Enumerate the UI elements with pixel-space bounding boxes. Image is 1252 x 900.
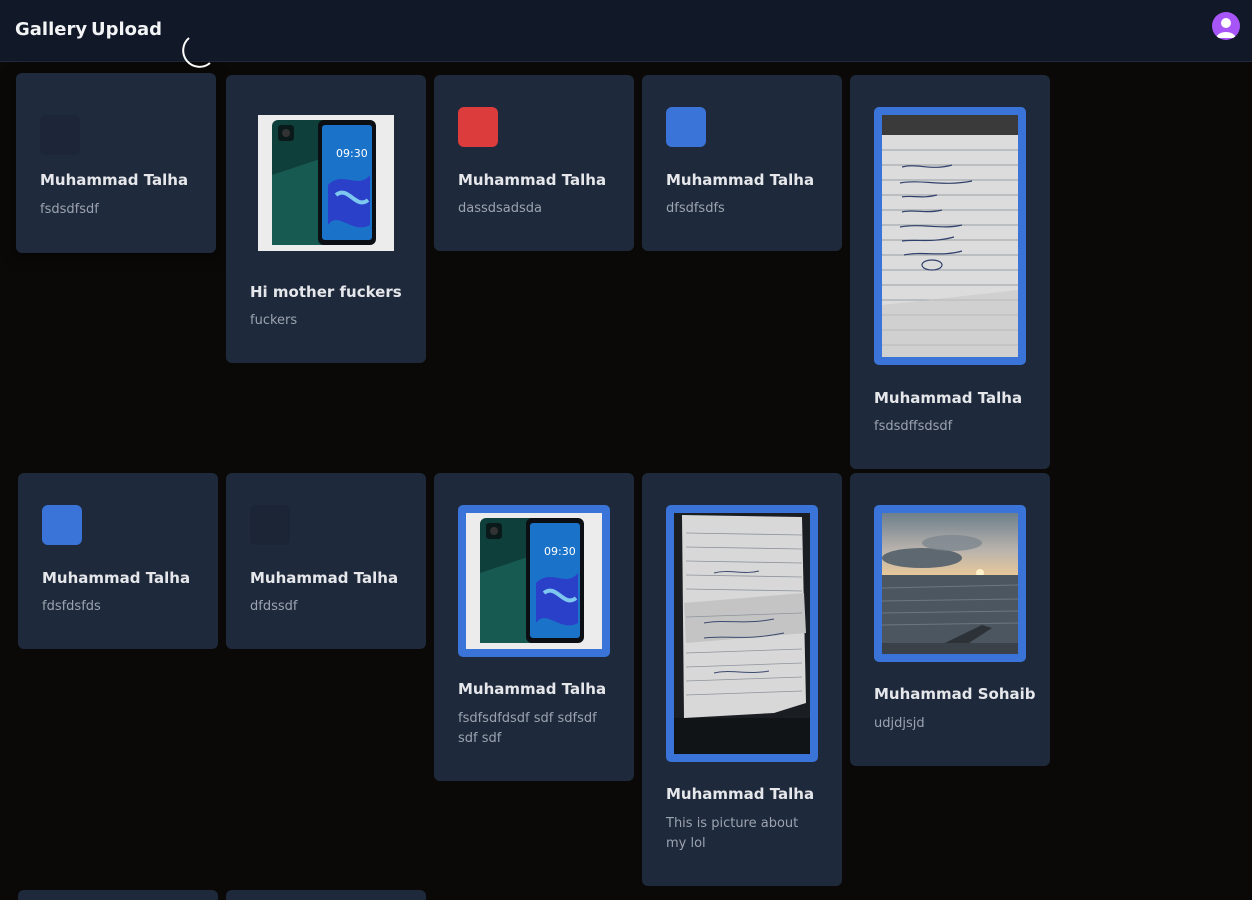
gallery-card-partial[interactable] — [226, 890, 426, 900]
phone-photo-thumbnail: 09:30 — [458, 505, 610, 657]
gallery-card[interactable]: Muhammad Talha dassdsadsda — [434, 75, 634, 251]
card-title: Muhammad Talha — [458, 171, 607, 189]
card-title: Muhammad Talha — [42, 569, 191, 587]
card-description: fsdfsdfdsdf sdf sdfsdf sdf sdf — [458, 711, 597, 746]
card-title: Muhammad Sohaib — [874, 685, 1036, 703]
gallery-card[interactable]: Muhammad Talha fsdsdfsdf — [16, 73, 216, 253]
card-description: dfdssdf — [250, 599, 298, 614]
card-description: fsdsdfsdf — [40, 202, 99, 217]
card-description: udjdjsjd — [874, 716, 925, 731]
gallery-card[interactable]: Muhammad Talha fdsfdsfds — [18, 473, 218, 649]
svg-text:09:30: 09:30 — [336, 147, 368, 160]
notebook-photo-thumbnail — [874, 107, 1026, 365]
gallery-card[interactable]: 09:30 Hi mother fuckers fuckers — [226, 75, 426, 363]
gallery-card[interactable]: Muhammad Talha fsdsdffsdsdf — [850, 75, 1050, 469]
nav-gallery-link[interactable]: Gallery — [15, 19, 87, 41]
card-title: Muhammad Talha — [40, 171, 189, 189]
card-description: dassdsadsda — [458, 201, 542, 216]
gallery-card[interactable]: 09:30 Muhammad Talha fsdfsdfdsdf sdf sdf… — [434, 473, 634, 781]
svg-text:09:30: 09:30 — [544, 545, 576, 558]
gallery-card-partial[interactable] — [18, 890, 218, 900]
empty-thumbnail — [250, 505, 290, 545]
card-title: Muhammad Talha — [250, 569, 399, 587]
blue-square-thumbnail — [666, 107, 706, 147]
card-title: Muhammad Talha — [458, 680, 607, 698]
blue-square-thumbnail — [42, 505, 82, 545]
card-title: Muhammad Talha — [666, 171, 815, 189]
card-description: fuckers — [250, 313, 298, 328]
user-avatar-icon[interactable] — [1212, 12, 1240, 40]
empty-thumbnail — [40, 115, 80, 155]
card-title: Muhammad Talha — [874, 389, 1023, 407]
gallery-card[interactable]: Muhammad Sohaib udjdjsjd — [850, 473, 1050, 766]
red-square-thumbnail — [458, 107, 498, 147]
phone-photo-thumbnail: 09:30 — [258, 115, 394, 251]
nav-upload-link[interactable]: Upload — [91, 19, 162, 41]
gallery-card[interactable]: Muhammad Talha This is picture about my … — [642, 473, 842, 886]
card-description: fsdsdffsdsdf — [874, 419, 953, 434]
card-description: dfsdfsdfs — [666, 201, 725, 216]
card-description: fdsfdsfds — [42, 599, 101, 614]
moon-icon[interactable] — [172, 33, 214, 75]
sunset-sea-photo-thumbnail — [874, 505, 1026, 662]
gallery-card[interactable]: Muhammad Talha dfdssdf — [226, 473, 426, 649]
gallery-card[interactable]: Muhammad Talha dfsdfsdfs — [642, 75, 842, 251]
crumpled-paper-photo-thumbnail — [666, 505, 818, 762]
card-title: Muhammad Talha — [666, 785, 815, 803]
card-description: This is picture about my lol — [666, 816, 799, 851]
card-title: Hi mother fuckers — [250, 283, 402, 301]
